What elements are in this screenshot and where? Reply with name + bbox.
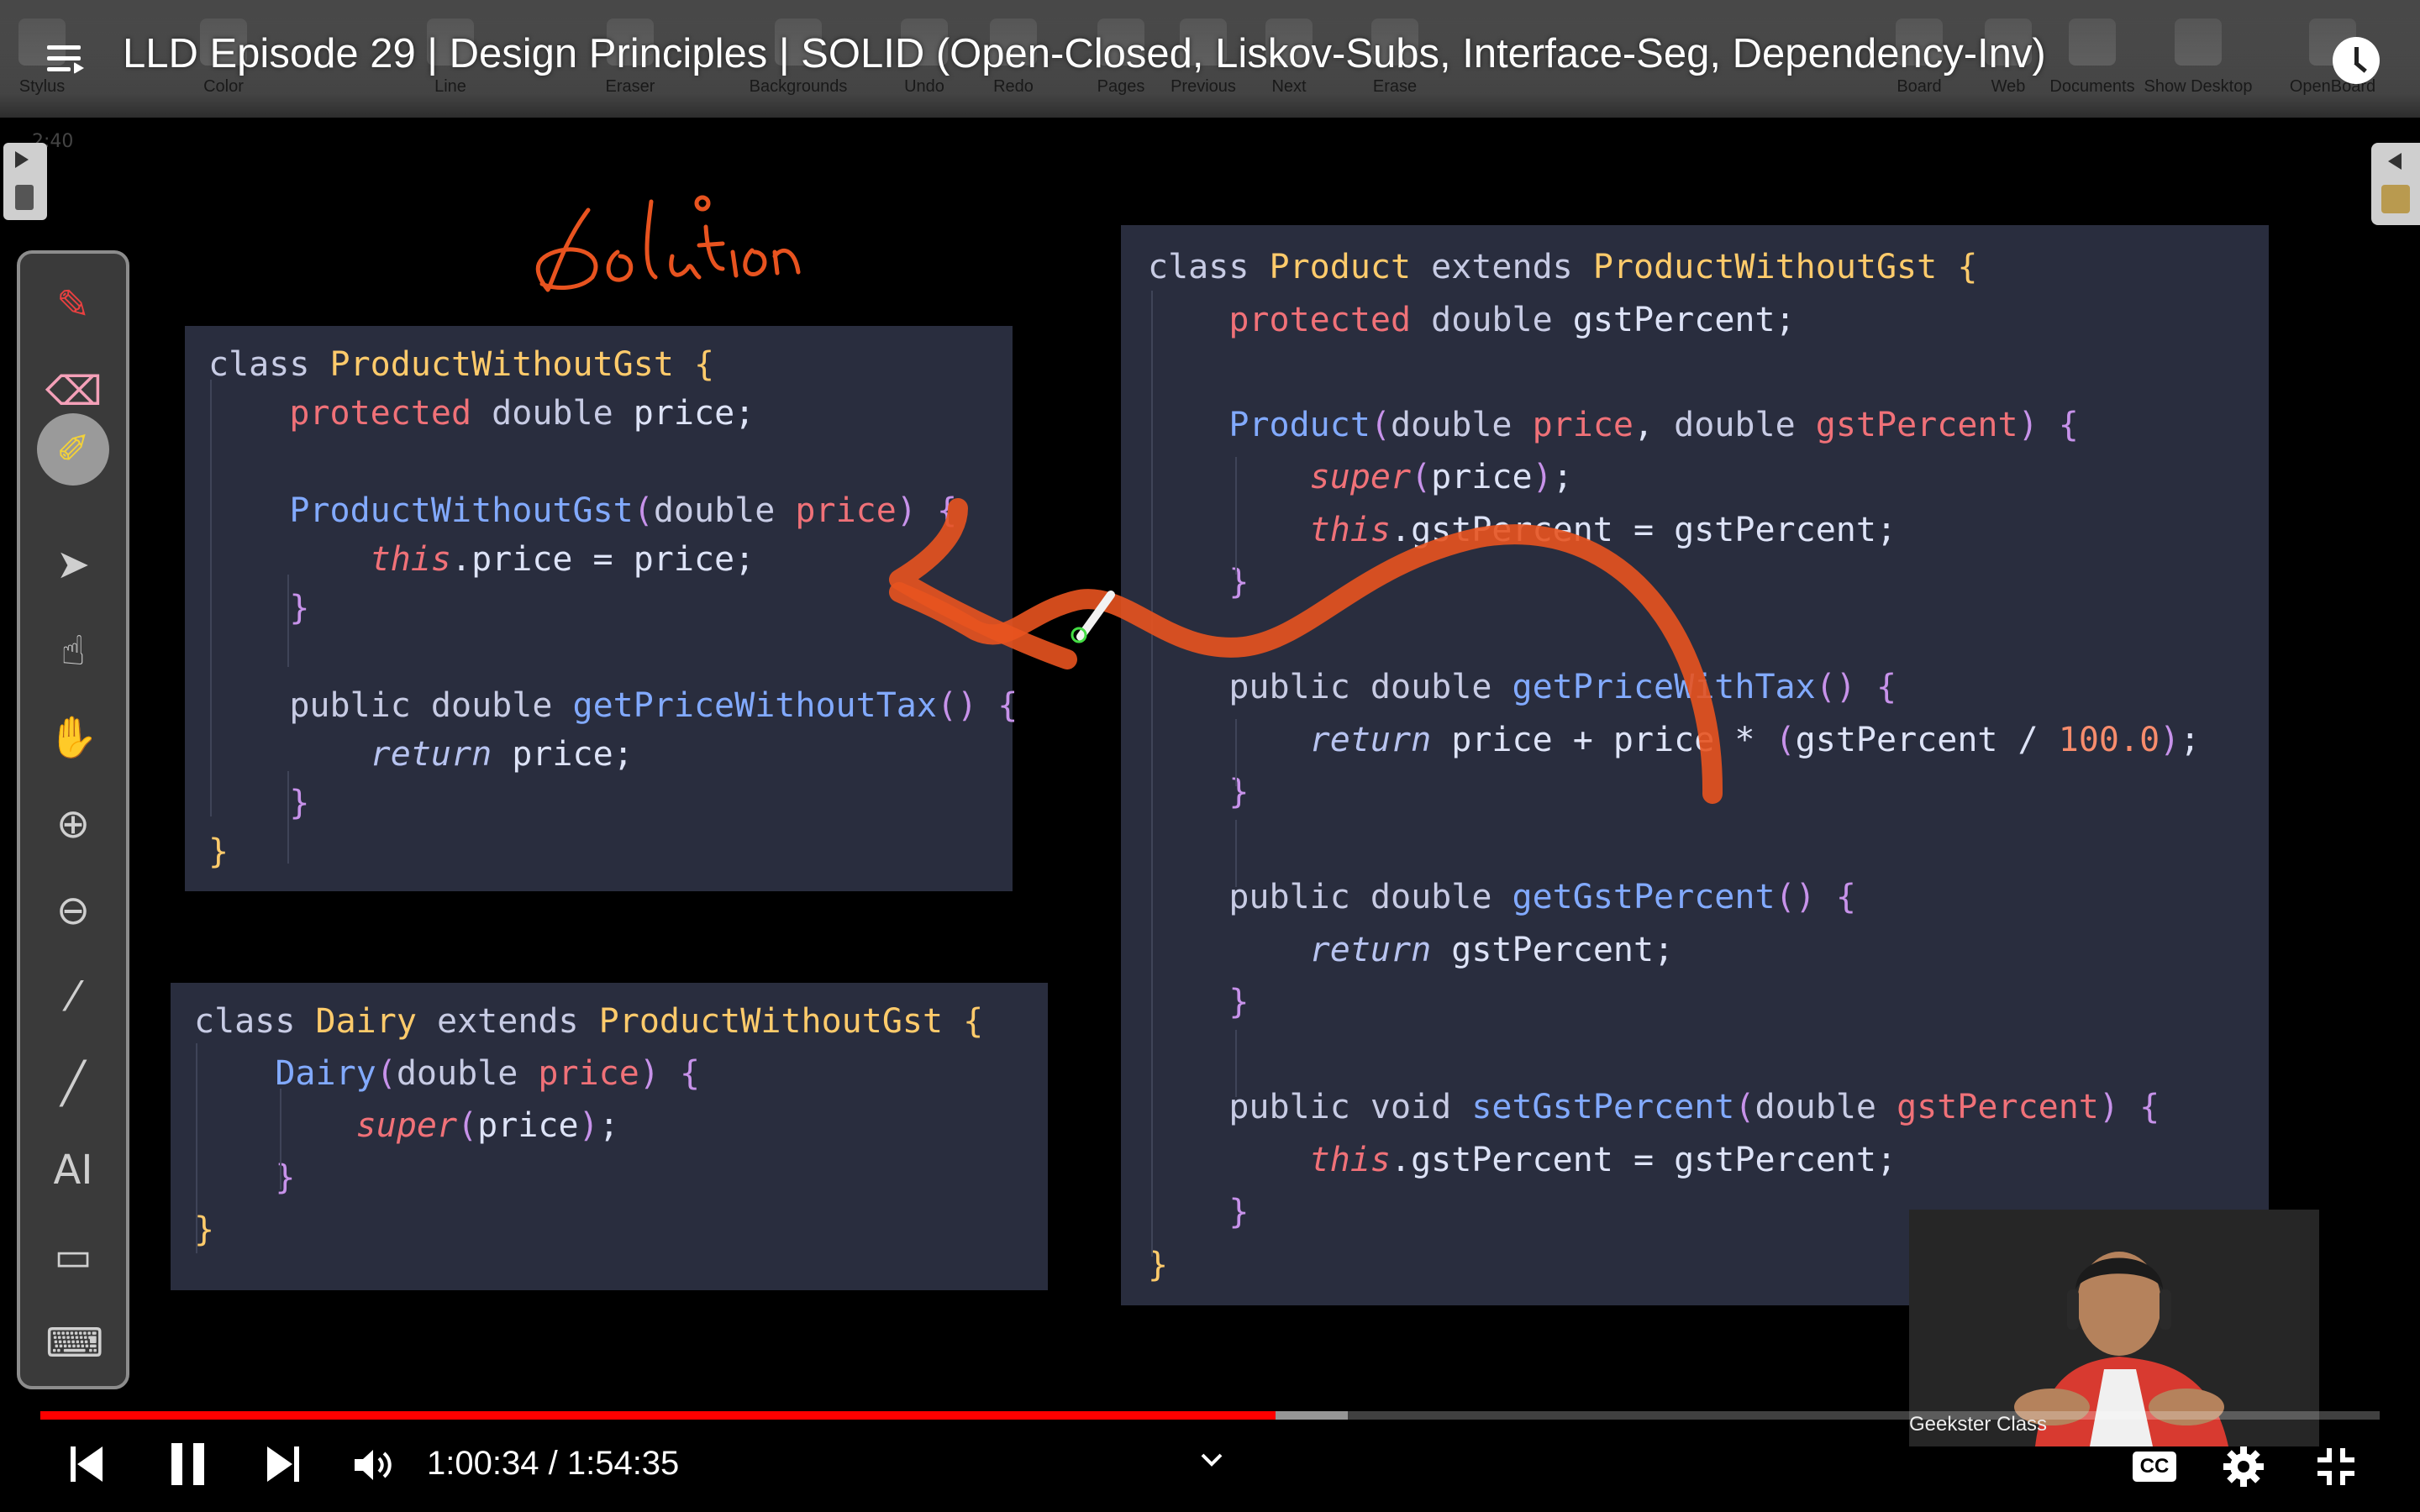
exit-fullscreen-icon[interactable] bbox=[2316, 1446, 2356, 1487]
progress-played bbox=[40, 1411, 1276, 1420]
progress-bar[interactable] bbox=[40, 1411, 2380, 1420]
handwritten-solution-text bbox=[535, 195, 801, 292]
time-separator: / bbox=[548, 1445, 558, 1482]
pause-icon[interactable] bbox=[171, 1443, 205, 1485]
video-player[interactable]: StylusColorLineEraserBackgroundsUndoRedo… bbox=[0, 0, 2420, 1512]
ink-arrow-stroke bbox=[889, 524, 1723, 804]
captions-button[interactable]: CC bbox=[2133, 1452, 2176, 1482]
captions-label: CC bbox=[2139, 1455, 2170, 1478]
next-video-icon[interactable] bbox=[267, 1446, 301, 1482]
time-display: 1:00:34 / 1:54:35 bbox=[427, 1445, 679, 1483]
current-time: 1:00:34 bbox=[427, 1445, 539, 1482]
chevron-down-icon[interactable] bbox=[1200, 1452, 1223, 1468]
previous-video-icon[interactable] bbox=[71, 1446, 104, 1482]
duration: 1:54:35 bbox=[566, 1445, 680, 1482]
settings-gear-icon[interactable] bbox=[2222, 1445, 2265, 1488]
volume-icon[interactable] bbox=[353, 1448, 395, 1482]
